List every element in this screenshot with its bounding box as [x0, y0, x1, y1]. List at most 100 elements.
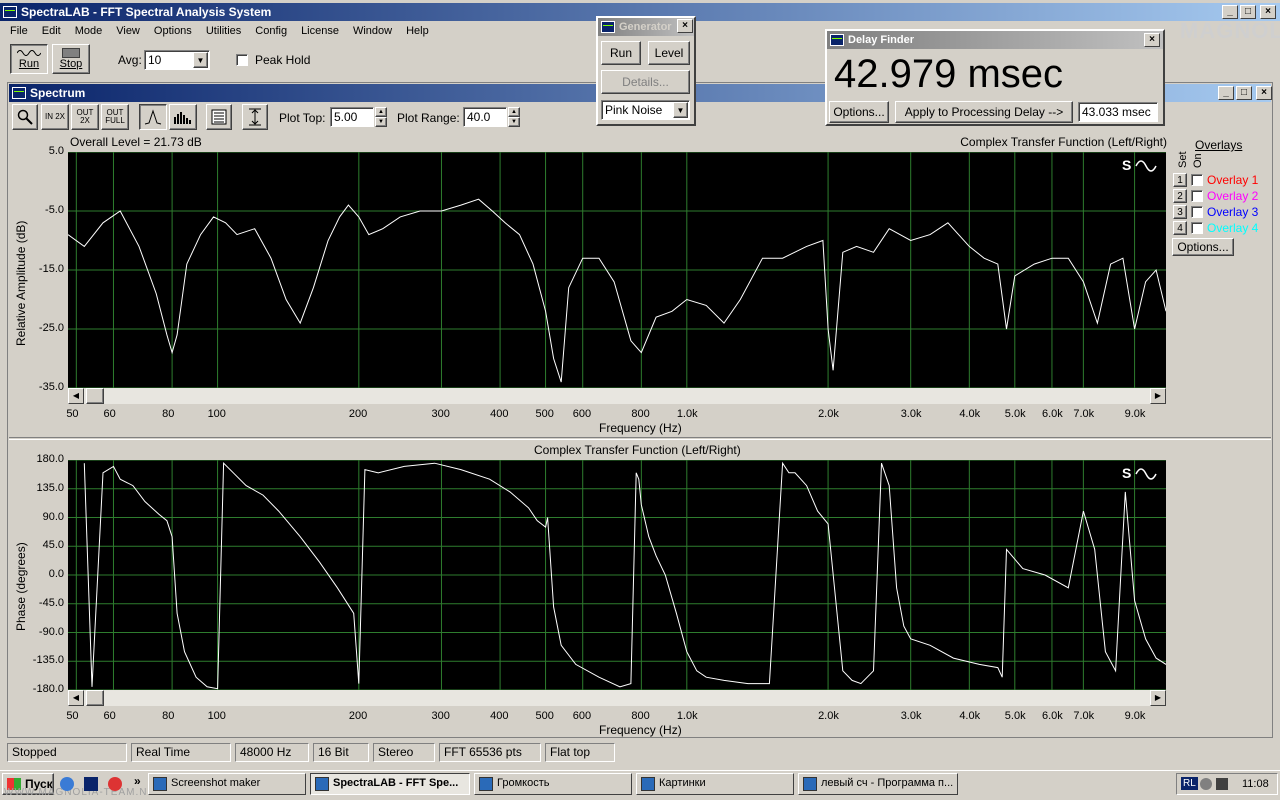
overlay-on-checkbox[interactable]: [1191, 206, 1203, 218]
y-tick-label: -135.0: [32, 654, 64, 667]
menu-edit[interactable]: Edit: [42, 25, 61, 37]
menu-window[interactable]: Window: [353, 25, 392, 37]
menu-mode[interactable]: Mode: [75, 25, 103, 37]
delay-finder-close-icon[interactable]: ×: [1144, 33, 1160, 47]
zoom-out-full-button[interactable]: OUT FULL: [101, 104, 129, 130]
avg-select[interactable]: 10 ▼: [144, 50, 210, 70]
scroll-right-icon[interactable]: ▶: [1150, 388, 1166, 404]
menu-help[interactable]: Help: [406, 25, 429, 37]
taskbar-button[interactable]: Screenshot maker: [148, 773, 306, 795]
x-tick-label: 300: [431, 408, 450, 420]
tray-network-icon[interactable]: [1200, 778, 1212, 790]
overlay-label: Overlay 3: [1207, 205, 1259, 219]
overlay-label: Overlay 4: [1207, 221, 1259, 235]
overlay-set-button[interactable]: 4: [1173, 221, 1187, 235]
y-tick-label: 180.0: [36, 453, 64, 465]
run-button[interactable]: Run: [10, 44, 48, 74]
table-view-button[interactable]: [206, 104, 232, 130]
plot-range-spin-up[interactable]: ▲: [508, 107, 520, 117]
x-tick-label: 60: [103, 408, 116, 420]
overlay-set-button[interactable]: 3: [1173, 205, 1187, 219]
generator-details-button: Details...: [601, 70, 690, 94]
amplitude-h-scrollbar[interactable]: [68, 388, 1166, 404]
delay-options-button[interactable]: Options...: [829, 101, 889, 123]
scroll-left-icon-2[interactable]: ◀: [68, 690, 84, 706]
taskbar-button[interactable]: Картинки: [636, 773, 794, 795]
taskbar-button[interactable]: Громкость: [474, 773, 632, 795]
status-cell: Real Time: [131, 743, 231, 762]
amplitude-scroll-thumb[interactable]: [86, 388, 104, 404]
generator-signal-select[interactable]: Pink Noise ▼: [601, 100, 690, 120]
scroll-right-icon-2[interactable]: ▶: [1150, 690, 1166, 706]
quicklaunch-more-icon[interactable]: »: [134, 774, 141, 788]
taskbar-button[interactable]: SpectraLAB - FFT Spe...: [310, 773, 470, 795]
avg-dropdown-icon[interactable]: ▼: [193, 52, 208, 68]
apply-delay-button[interactable]: Apply to Processing Delay -->: [895, 101, 1073, 123]
processing-delay-field[interactable]: 43.033 msec: [1078, 102, 1158, 122]
zoom-in-2x-button[interactable]: IN 2X: [41, 104, 69, 130]
scale-button[interactable]: [242, 104, 268, 130]
quicklaunch-spectralab-icon[interactable]: [84, 777, 98, 791]
status-cell: 48000 Hz: [235, 743, 309, 762]
quicklaunch-opera-icon[interactable]: [108, 777, 122, 791]
menu-license[interactable]: License: [301, 25, 339, 37]
close-icon[interactable]: ×: [1260, 5, 1276, 19]
splitter[interactable]: [9, 437, 1271, 440]
quicklaunch-ie-icon[interactable]: [60, 777, 74, 791]
overlay-on-checkbox[interactable]: [1191, 190, 1203, 202]
menu-options[interactable]: Options: [154, 25, 192, 37]
maximize-icon[interactable]: □: [1240, 5, 1256, 19]
peak-hold-checkbox[interactable]: [236, 54, 248, 66]
minimize-icon[interactable]: _: [1222, 5, 1238, 19]
overlay-set-button[interactable]: 1: [1173, 173, 1187, 187]
phase-h-scrollbar[interactable]: [68, 690, 1166, 706]
app-icon: [3, 6, 17, 18]
plot-top-input[interactable]: 5.00: [330, 107, 374, 127]
status-cell: FFT 65536 pts: [439, 743, 541, 762]
zoom-out-2x-button[interactable]: OUT 2X: [71, 104, 99, 130]
overlay-on-checkbox[interactable]: [1191, 174, 1203, 186]
zoom-button[interactable]: [12, 104, 38, 130]
menu-view[interactable]: View: [116, 25, 140, 37]
spectrum-minimize-icon[interactable]: _: [1218, 86, 1234, 100]
x-tick-label: 60: [103, 710, 116, 722]
language-indicator[interactable]: RL: [1181, 777, 1198, 790]
svg-text:S: S: [1122, 465, 1131, 481]
x-tick-label: 100: [207, 408, 226, 420]
overlay-set-button[interactable]: 2: [1173, 189, 1187, 203]
generator-close-icon[interactable]: ×: [677, 19, 693, 33]
plot-top-spin-down[interactable]: ▼: [375, 117, 387, 127]
x-tick-label: 800: [631, 710, 650, 722]
bar-plot-button[interactable]: [169, 104, 197, 130]
stop-button[interactable]: Stop: [52, 44, 90, 74]
overlay-options-button[interactable]: Options...: [1172, 238, 1234, 256]
phase-scroll-thumb[interactable]: [86, 690, 104, 706]
x-tick-label: 100: [207, 710, 226, 722]
menu-config[interactable]: Config: [255, 25, 287, 37]
line-plot-button[interactable]: [139, 104, 167, 130]
plot-top-spin-up[interactable]: ▲: [375, 107, 387, 117]
generator-dropdown-icon[interactable]: ▼: [673, 102, 688, 118]
generator-icon: [601, 21, 615, 33]
overlay-options-label: Options...: [1177, 240, 1229, 254]
phase-y-label: Phase (degrees): [14, 542, 28, 631]
x-tick-label: 500: [535, 408, 554, 420]
peak-line-icon: [144, 109, 162, 125]
menu-file[interactable]: File: [10, 25, 28, 37]
menu-utilities[interactable]: Utilities: [206, 25, 241, 37]
x-tick-label: 600: [572, 710, 592, 722]
taskbar-button[interactable]: левый сч - Программа п...: [798, 773, 958, 795]
tray-volume-icon[interactable]: [1216, 778, 1228, 790]
spectrum-close-icon[interactable]: ×: [1256, 86, 1272, 100]
overlay-on-checkbox[interactable]: [1191, 222, 1203, 234]
scroll-left-icon[interactable]: ◀: [68, 388, 84, 404]
generator-level-button[interactable]: Level: [648, 41, 690, 65]
spectrum-maximize-icon[interactable]: □: [1236, 86, 1252, 100]
generator-run-button[interactable]: Run: [601, 41, 641, 65]
plot-range-input[interactable]: 40.0: [463, 107, 507, 127]
status-cell: Flat top: [545, 743, 615, 762]
plot-range-spin-down[interactable]: ▼: [508, 117, 520, 127]
overlays-title[interactable]: Overlays: [1195, 138, 1242, 152]
status-cell: Stereo: [373, 743, 435, 762]
apply-delay-label: Apply to Processing Delay -->: [904, 105, 1064, 119]
